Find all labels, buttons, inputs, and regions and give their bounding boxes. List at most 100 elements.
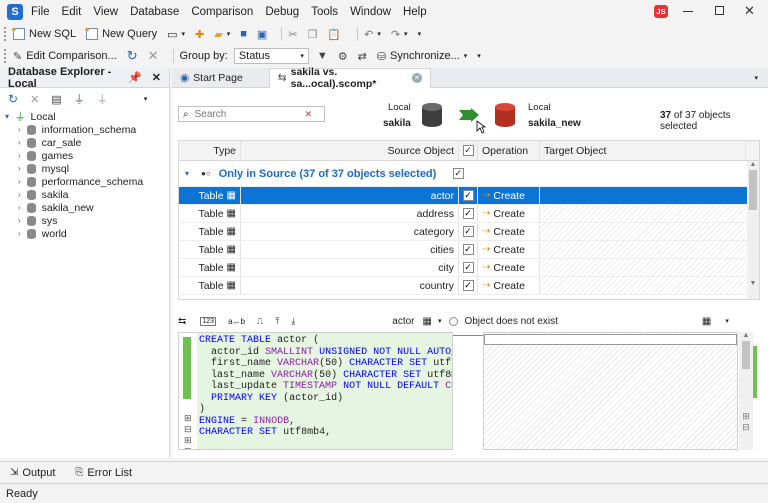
- col-include[interactable]: ✓: [459, 141, 478, 160]
- tree-item-database[interactable]: › car_sale: [0, 136, 169, 149]
- expand-arrow-icon[interactable]: ›: [18, 203, 21, 212]
- copy-icon[interactable]: ❐: [308, 28, 318, 41]
- menu-tools[interactable]: Tools: [311, 6, 338, 18]
- menu-debug[interactable]: Debug: [265, 6, 299, 18]
- table-row[interactable]: Table ▦ category ✓ ⇢ Create: [179, 223, 759, 241]
- new-connection-explorer-icon[interactable]: ⏚: [74, 91, 85, 107]
- prev-diff-icon[interactable]: ⤒: [275, 316, 279, 327]
- table-row[interactable]: Table ▦ country ✓ ⇢ Create: [179, 277, 759, 295]
- tree-item-database[interactable]: › information_schema: [0, 123, 169, 136]
- script-icon[interactable]: ⇄: [358, 50, 367, 63]
- disconnect-icon[interactable]: ✕: [30, 93, 39, 106]
- tree-item-database[interactable]: › games: [0, 149, 169, 162]
- source-code-panel[interactable]: CREATE TABLE actor ( actor_id SMALLINT U…: [178, 332, 453, 450]
- expand-arrow-icon[interactable]: ›: [18, 151, 21, 160]
- col-operation[interactable]: Operation: [478, 141, 540, 160]
- edit-comparison-button[interactable]: ✎ Edit Comparison...: [13, 50, 117, 63]
- col-type[interactable]: Type: [179, 141, 241, 160]
- save-icon[interactable]: ■: [240, 28, 247, 40]
- expand-arrow-icon[interactable]: ›: [18, 125, 21, 134]
- col-target[interactable]: Target Object: [540, 141, 746, 160]
- new-connection-icon[interactable]: ✚: [195, 28, 204, 41]
- group-checkbox[interactable]: ✓: [452, 168, 464, 179]
- collapse-arrow-icon[interactable]: ▾: [5, 112, 9, 121]
- row-checkbox[interactable]: ✓: [462, 244, 474, 255]
- row-checkbox[interactable]: ✓: [462, 208, 474, 219]
- new-sql-button[interactable]: ✦ New SQL: [10, 25, 76, 40]
- paste-icon[interactable]: 📋: [327, 28, 341, 41]
- maximize-button[interactable]: [715, 6, 724, 15]
- close-tab-icon[interactable]: ✕: [411, 73, 422, 83]
- tab-comparison[interactable]: ⇆ sakila vs. sa...ocal).scomp* ✕: [268, 66, 431, 90]
- tree-item-database[interactable]: › sakila: [0, 188, 169, 201]
- group-by-select[interactable]: Status ▾: [233, 48, 309, 64]
- search-box[interactable]: ⌕ ✕: [178, 106, 325, 122]
- row-checkbox[interactable]: ✓: [462, 262, 474, 273]
- col-source[interactable]: Source Object: [241, 141, 459, 160]
- refresh-explorer-icon[interactable]: ↻: [8, 92, 18, 106]
- tab-start-page[interactable]: ◉ Start Page: [172, 68, 251, 88]
- refresh-icon[interactable]: ↻: [127, 48, 138, 64]
- select-all-checkbox[interactable]: ✓: [462, 145, 474, 156]
- open-folder-icon[interactable]: ▰: [214, 28, 222, 41]
- explorer-menu-icon[interactable]: ▾: [144, 95, 148, 103]
- expand-arrow-icon[interactable]: ›: [18, 164, 21, 173]
- menu-comparison[interactable]: Comparison: [191, 6, 253, 18]
- table-row[interactable]: Table ▦ actor ✓ ⇢ Create: [179, 187, 759, 205]
- row-checkbox[interactable]: ✓: [462, 190, 474, 201]
- row-checkbox[interactable]: ✓: [462, 280, 474, 291]
- table-row[interactable]: Table ▦ cities ✓ ⇢ Create: [179, 241, 759, 259]
- pin-icon[interactable]: 📌: [128, 71, 142, 84]
- diff-options-icon[interactable]: ▾: [725, 317, 729, 325]
- expand-arrow-icon[interactable]: ›: [18, 229, 21, 238]
- diff-scrollbar[interactable]: ▲ ⊞ ⊟: [739, 332, 753, 450]
- row-checkbox[interactable]: ✓: [462, 226, 474, 237]
- next-diff-icon[interactable]: ⤓: [291, 316, 295, 327]
- expand-arrow-icon[interactable]: ›: [18, 190, 21, 199]
- menu-help[interactable]: Help: [403, 6, 427, 18]
- diff-menu-icon[interactable]: ▾: [438, 317, 442, 325]
- redo-icon[interactable]: ↷: [391, 28, 400, 41]
- expand-arrow-icon[interactable]: ›: [18, 216, 21, 225]
- whitespace-icon[interactable]: ⎍: [257, 316, 263, 327]
- grid-scrollbar-thumb[interactable]: [749, 170, 757, 210]
- minimize-button[interactable]: [683, 5, 693, 17]
- new-document-icon[interactable]: ▭: [167, 28, 177, 41]
- close-window-button[interactable]: ✕: [744, 3, 755, 19]
- user-avatar[interactable]: JS: [654, 5, 668, 18]
- tree-root[interactable]: ▾ ⏚ Local: [0, 110, 169, 124]
- new-query-button[interactable]: ✦ New Query: [83, 25, 157, 40]
- tab-list-icon[interactable]: ▾: [754, 74, 758, 82]
- search-input[interactable]: [194, 108, 305, 120]
- tree-item-database[interactable]: › sakila_new: [0, 201, 169, 214]
- synchronize-button[interactable]: ⛁ Synchronize... ▾: [377, 50, 467, 63]
- group-collapse-icon[interactable]: ▾: [185, 169, 189, 178]
- menu-file[interactable]: File: [31, 6, 50, 18]
- diff-scrollbar-thumb[interactable]: [742, 341, 750, 369]
- collapse-icon[interactable]: ▤: [51, 93, 61, 106]
- output-tab[interactable]: ⇲ Output: [10, 467, 55, 479]
- menu-view[interactable]: View: [93, 6, 118, 18]
- error-list-tab[interactable]: ⎘ Error List: [75, 467, 132, 479]
- table-row[interactable]: Table ▦ address ✓ ⇢ Create: [179, 205, 759, 223]
- target-code-panel[interactable]: [483, 332, 738, 450]
- menu-window[interactable]: Window: [350, 6, 391, 18]
- connect-icon[interactable]: ⏚: [97, 91, 108, 107]
- group-row[interactable]: ▾ ●○ Only in Source (37 of 37 objects se…: [179, 161, 759, 187]
- clear-search-icon[interactable]: ✕: [305, 109, 313, 120]
- menu-edit[interactable]: Edit: [62, 6, 82, 18]
- tree-item-database[interactable]: › sys: [0, 214, 169, 227]
- expand-arrow-icon[interactable]: ›: [18, 138, 21, 147]
- menu-database[interactable]: Database: [130, 6, 179, 18]
- tree-item-database[interactable]: › world: [0, 227, 169, 240]
- close-panel-icon[interactable]: ✕: [152, 71, 161, 84]
- save-all-icon[interactable]: ▣: [257, 28, 267, 41]
- stop-icon[interactable]: ✕: [148, 48, 159, 64]
- compare-text-icon[interactable]: a↔b: [228, 317, 245, 326]
- grid-scrollbar[interactable]: ▲ ▼: [747, 161, 759, 299]
- cut-icon[interactable]: ✂: [288, 28, 297, 41]
- tree-item-database[interactable]: › performance_schema: [0, 175, 169, 188]
- line-numbers-icon[interactable]: 123: [200, 316, 217, 326]
- target-table-icon[interactable]: ▦: [702, 316, 711, 327]
- tree-item-database[interactable]: › mysql: [0, 162, 169, 175]
